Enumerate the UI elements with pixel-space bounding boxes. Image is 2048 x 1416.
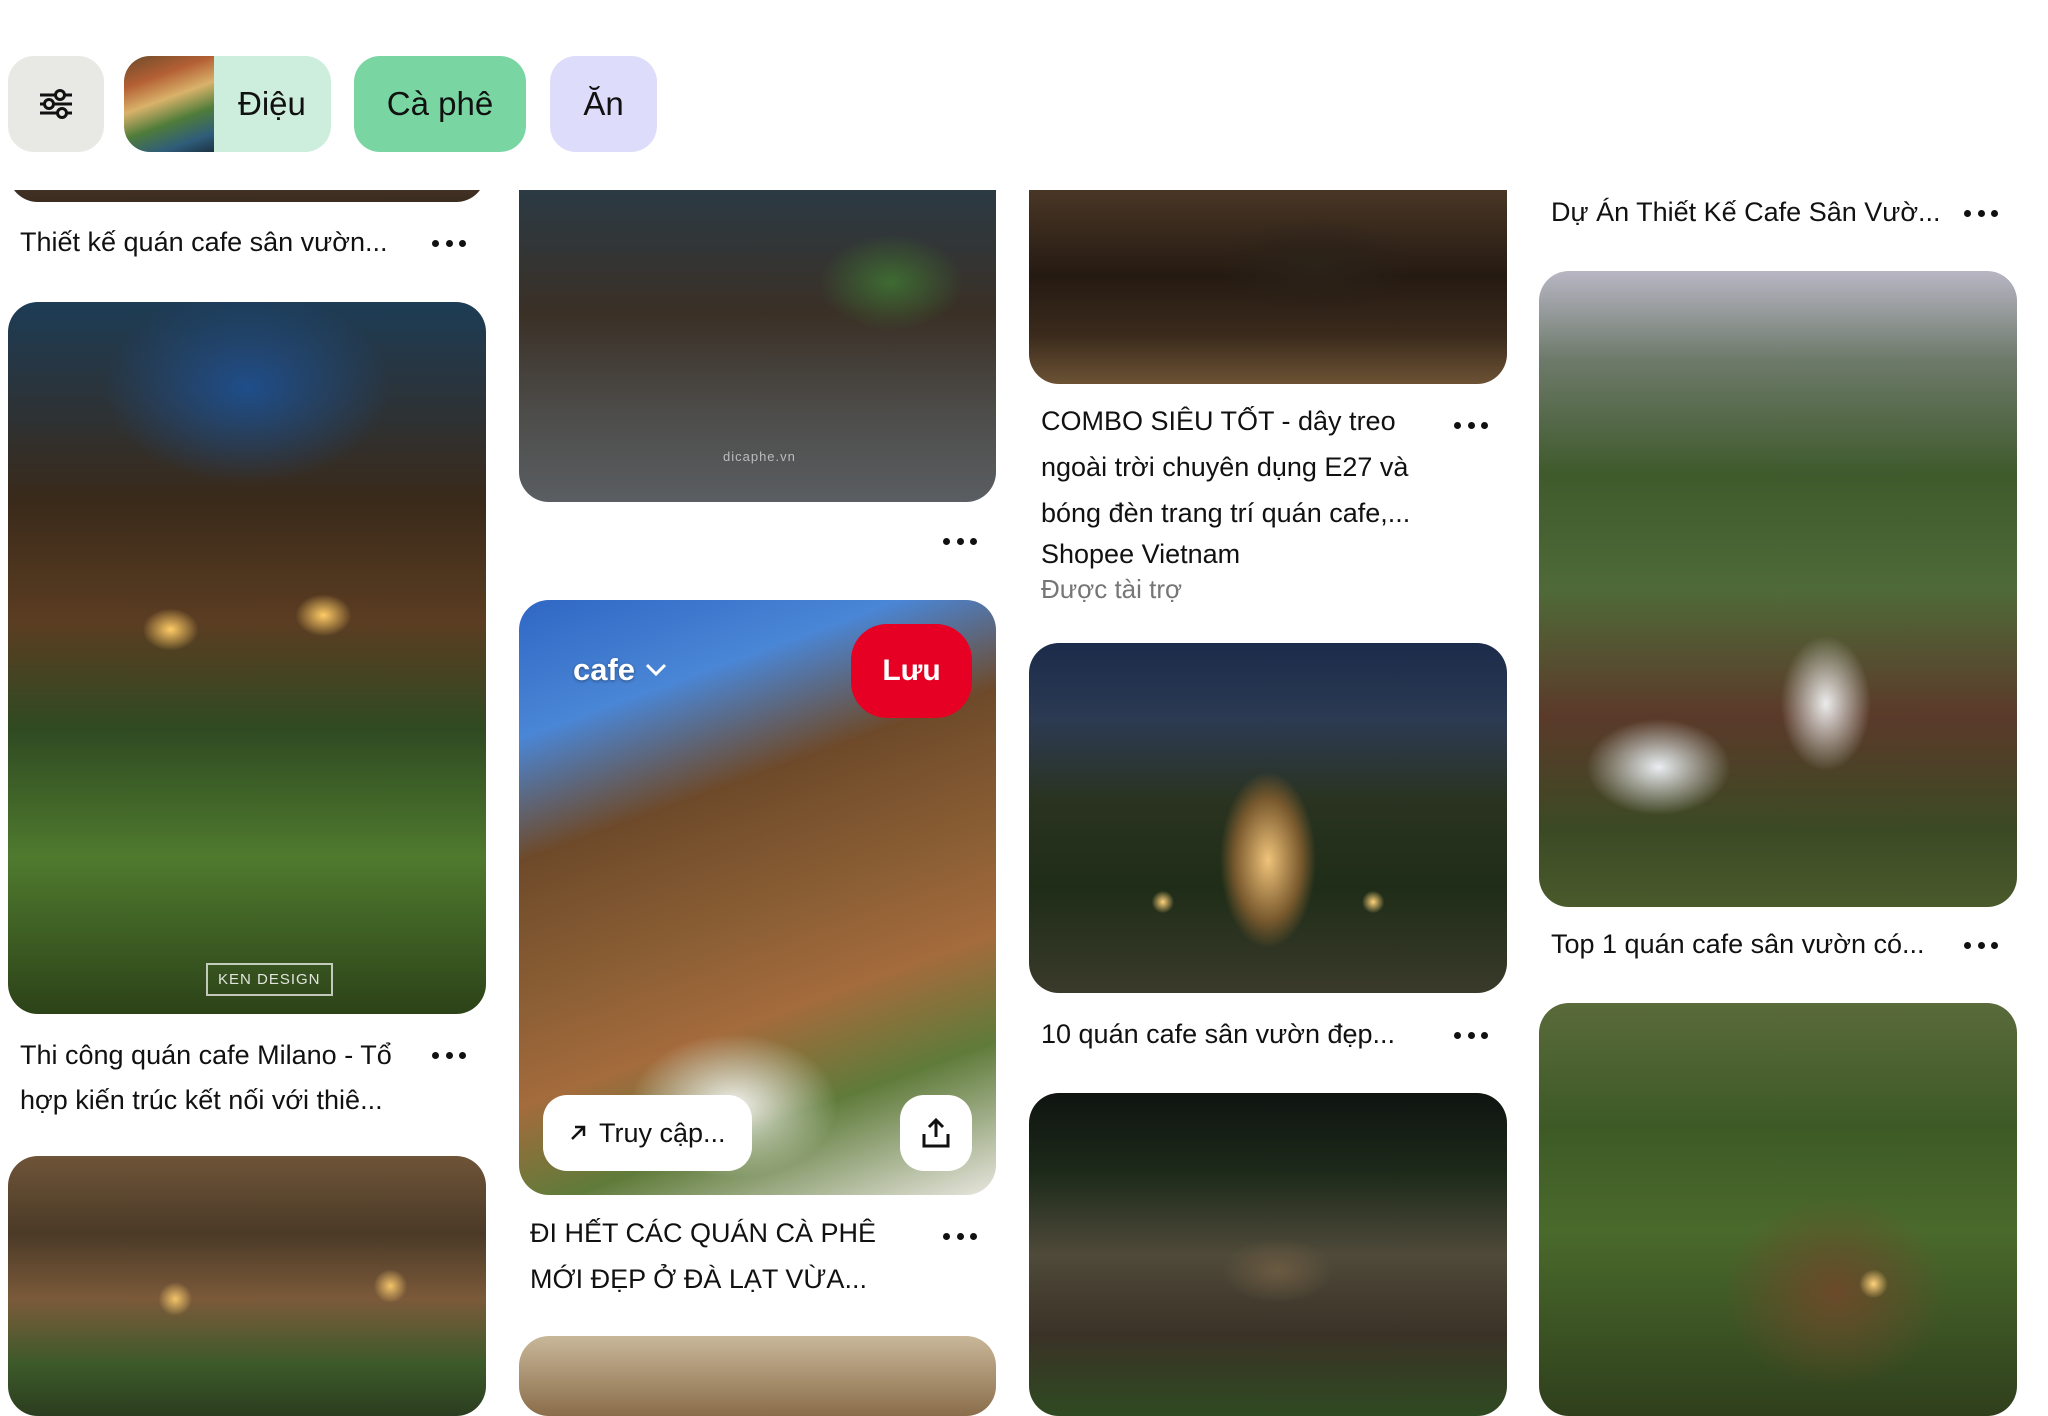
more-options-button[interactable] [432, 238, 466, 248]
sliders-icon [40, 89, 72, 119]
pin-image[interactable] [8, 1156, 486, 1416]
chip-label: Cà phê [386, 85, 494, 122]
sponsored-label: Được tài trợ [1041, 574, 1183, 604]
more-options-button[interactable] [1964, 940, 1998, 950]
pin-title-line[interactable]: MỚI ĐẸP Ở ĐÀ LẠT VỪA... [530, 1256, 940, 1302]
pin-title[interactable]: Thiết kế quán cafe sân vườn... [20, 219, 430, 265]
more-options-button[interactable] [943, 1231, 977, 1241]
save-button[interactable]: Lưu [851, 624, 972, 718]
pin-title-line[interactable]: ĐI HẾT CÁC QUÁN CÀ PHÊ [530, 1210, 940, 1256]
chip-thumbnail [124, 56, 214, 152]
board-name: cafe [573, 652, 636, 687]
board-selector[interactable]: cafe [573, 652, 667, 688]
share-icon [922, 1117, 950, 1148]
pin-title-line[interactable]: Thi công quán cafe Milano - Tổ [20, 1032, 430, 1078]
pin-title[interactable]: Top 1 quán cafe sân vườn có... [1551, 921, 1961, 967]
filter-button[interactable] [8, 56, 104, 152]
pin-title-line[interactable]: hợp kiến trúc kết nối với thiê... [20, 1077, 430, 1123]
pin-image[interactable]: dicaphe.vn [519, 188, 996, 502]
visit-label: Truy cập... [599, 1117, 726, 1148]
pin-image[interactable] [1539, 271, 2017, 907]
pin-image[interactable]: KEN DESIGN [8, 302, 486, 1014]
watermark: KEN DESIGN [206, 963, 333, 996]
pin-image[interactable] [1029, 1093, 1507, 1416]
chip-dieu[interactable]: Điệu [124, 56, 331, 152]
pin-title-line[interactable]: COMBO SIÊU TỐT - dây treo [1041, 398, 1451, 444]
share-button[interactable] [900, 1095, 972, 1171]
advertiser-name[interactable]: Shopee Vietnam [1041, 539, 1240, 570]
chip-an[interactable]: Ăn [550, 56, 657, 152]
pin-image[interactable] [1539, 1003, 2017, 1416]
external-arrow-icon [571, 1125, 586, 1140]
pin-title[interactable]: 10 quán cafe sân vườn đẹp... [1041, 1011, 1451, 1057]
pin-image-hovered[interactable]: cafe Lưu Truy cập... [519, 600, 996, 1195]
visit-site-button[interactable]: Truy cập... [543, 1095, 752, 1171]
watermark: dicaphe.vn [723, 449, 796, 464]
pin-title-line[interactable]: bóng đèn trang trí quán cafe,... [1041, 490, 1451, 536]
pin-image[interactable] [1029, 643, 1507, 993]
more-options-button[interactable] [1454, 420, 1488, 430]
more-options-button[interactable] [1454, 1030, 1488, 1040]
chip-label: Điệu [238, 85, 306, 122]
pin-title[interactable]: Dự Án Thiết Kế Cafe Sân Vườ... [1551, 189, 1961, 235]
pin-image[interactable] [1029, 188, 1507, 384]
filter-chip-bar: Điệu Cà phê Ăn [0, 0, 2048, 190]
chip-ca-phe[interactable]: Cà phê [354, 56, 526, 152]
more-options-button[interactable] [943, 536, 977, 546]
more-options-button[interactable] [432, 1050, 466, 1060]
pin-title-line[interactable]: ngoài trời chuyên dụng E27 và [1041, 444, 1451, 490]
chip-label: Ăn [583, 85, 624, 122]
more-options-button[interactable] [1964, 208, 1998, 218]
chevron-down-icon [645, 663, 667, 677]
pin-image[interactable] [519, 1336, 996, 1416]
